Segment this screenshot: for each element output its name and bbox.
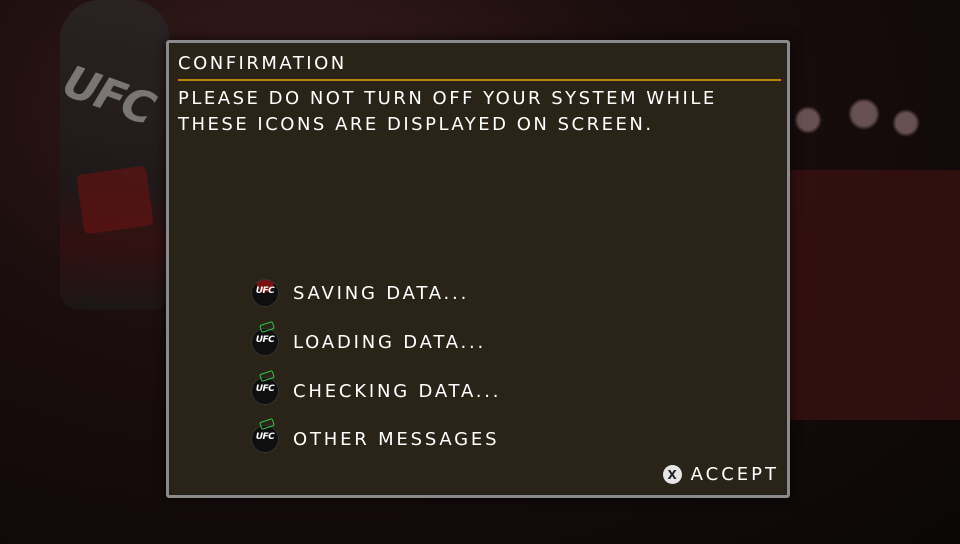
checking-data-row: UFC CHECKING DATA... <box>251 370 502 405</box>
ufc-badge-text: UFC <box>255 384 275 394</box>
green-arrow-icon <box>259 321 275 333</box>
green-arrow-icon <box>259 418 275 430</box>
message-line-2: THESE ICONS ARE DISPLAYED ON SCREEN. <box>178 114 654 135</box>
accept-button[interactable]: X ACCEPT <box>662 464 779 485</box>
dialog-title: CONFIRMATION <box>178 53 347 74</box>
loading-data-row: UFC LOADING DATA... <box>251 321 487 356</box>
ufc-badge-text: UFC <box>255 335 275 345</box>
ufc-saving-icon: UFC <box>251 279 279 307</box>
loading-data-label: LOADING DATA... <box>293 331 487 353</box>
message-line-1: PLEASE DO NOT TURN OFF YOUR SYSTEM WHILE <box>178 88 717 109</box>
confirmation-dialog: CONFIRMATION PLEASE DO NOT TURN OFF YOUR… <box>166 40 790 498</box>
ufc-checking-icon: UFC <box>251 370 279 405</box>
background-glove <box>60 0 170 310</box>
x-button-icon: X <box>662 465 682 484</box>
saving-data-label: SAVING DATA... <box>293 282 470 304</box>
green-arrow-icon <box>259 370 275 382</box>
checking-data-label: CHECKING DATA... <box>293 380 502 402</box>
background-banner <box>790 170 960 420</box>
other-messages-row: UFC OTHER MESSAGES <box>251 418 500 453</box>
background-glove-band <box>76 165 154 235</box>
ufc-other-icon: UFC <box>251 418 279 453</box>
title-divider <box>178 79 781 81</box>
ufc-badge-text: UFC <box>255 432 275 442</box>
ufc-badge-text: UFC <box>255 286 275 296</box>
dialog-message: PLEASE DO NOT TURN OFF YOUR SYSTEM WHILE… <box>178 86 778 138</box>
other-messages-label: OTHER MESSAGES <box>293 428 500 450</box>
ufc-loading-icon: UFC <box>251 321 279 356</box>
saving-data-row: UFC SAVING DATA... <box>251 279 469 307</box>
background-lights <box>780 90 920 150</box>
accept-label: ACCEPT <box>690 464 779 485</box>
